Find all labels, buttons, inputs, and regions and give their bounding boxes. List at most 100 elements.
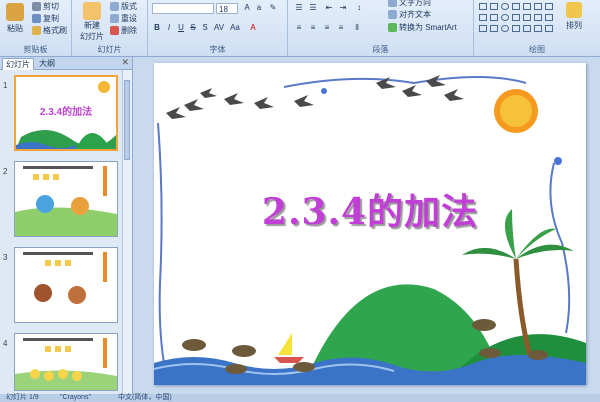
slides-group: 新建 幻灯片 版式 重设 删除 幻灯片 [72,0,148,56]
slide-thumbnail-1[interactable]: 2.3.4的加法 [14,75,118,151]
shape-curve-icon[interactable] [545,14,553,21]
shape-arrow-icon[interactable] [479,14,487,21]
shape-line-icon[interactable] [534,14,542,21]
slide-thumbnail-title: 2.3.4的加法 [39,107,93,118]
status-bar: 幻灯片 1/9 "Crayons" 中文(简体，中国) [0,394,600,402]
align-text-button[interactable]: 对齐文本 [388,9,431,20]
slide-thumbnail-2[interactable] [14,161,118,237]
shrink-font-icon[interactable]: a [254,3,264,13]
shape-rect-icon[interactable] [534,25,542,32]
align-right-icon[interactable]: ≡ [322,23,332,33]
align-center-icon[interactable]: ≡ [308,23,318,33]
scrollbar-thumb[interactable] [124,80,130,160]
spacing-icon[interactable]: AV [214,23,224,33]
paragraph-group-label: 段落 [372,45,389,54]
clipboard-group: 粘贴 剪切 复制 格式刷 剪贴板 [0,0,72,56]
slide-count: 幻灯片 1/9 [6,394,39,401]
bold-icon[interactable]: B [152,23,162,33]
font-size-dropdown[interactable]: 18 [216,3,238,14]
shape-arrow-icon[interactable] [490,14,498,21]
sun [494,89,538,133]
shape-rect-icon[interactable] [545,3,553,10]
shape-oval-icon[interactable] [501,14,509,21]
copy-button[interactable]: 复制 [32,13,59,24]
clipboard-group-label: 剪贴板 [23,45,48,54]
slide-thumbnail-4[interactable] [14,333,118,391]
align-left-icon[interactable]: ≡ [294,23,304,33]
shape-rect-icon[interactable] [479,3,487,10]
shape-callout-icon[interactable] [523,14,531,21]
smartart-button[interactable]: 转换为 SmartArt [388,22,457,33]
slide-thumbnail-art [15,338,117,390]
paragraph-group: ☰ ☰ ⇤ ⇥ ↕ 文字方向 对齐文本 转换为 SmartArt ≡ ≡ ≡ ≡… [288,0,474,56]
shape-rect-icon[interactable] [479,25,487,32]
scissors-icon [32,2,41,11]
slide-number: 2 [3,167,8,176]
slide-number: 4 [3,339,8,348]
shape-rect-icon[interactable] [512,25,520,32]
drawing-group-label: 绘图 [529,45,545,54]
tab-slides[interactable]: 幻灯片 [2,58,34,70]
shape-oval-icon[interactable] [501,3,509,10]
shape-rect-icon[interactable] [490,3,498,10]
slides-panel: 幻灯片 大纲 ✕ 1 2.3.4的加法 2 3 4 [0,57,133,394]
italic-icon[interactable]: I [164,23,174,33]
drawing-group: 排列 绘图 [474,0,600,56]
font-name-dropdown[interactable] [152,3,214,14]
underline-icon[interactable]: U [176,23,186,33]
shape-rect-icon[interactable] [523,3,531,10]
reset-button[interactable]: 重设 [110,13,137,24]
layout-icon [110,2,119,11]
shape-rect-icon[interactable] [523,25,531,32]
text-direction-button[interactable]: 文字方向 [388,0,431,8]
slide-editor: 2.3.4的加法 [133,57,600,394]
format-painter-button[interactable]: 格式刷 [32,25,67,36]
shadow-icon[interactable]: S [200,23,210,33]
shape-star-icon[interactable] [512,14,520,21]
tab-outline[interactable]: 大纲 [36,58,58,69]
slide-canvas[interactable]: 2.3.4的加法 [154,63,586,385]
slide-thumbnail-3[interactable] [14,247,118,323]
line-spacing-icon[interactable]: ↕ [354,3,364,13]
font-color-icon[interactable]: A [248,23,258,33]
indent-decrease-icon[interactable]: ⇤ [324,3,334,13]
paste-icon [6,3,24,21]
arrange-button[interactable]: 排列 [566,2,582,31]
copy-icon [32,14,41,23]
slide-title[interactable]: 2.3.4的加法 [154,183,586,235]
arrange-icon [566,2,582,18]
close-icon[interactable]: ✕ [121,57,129,68]
paste-button[interactable]: 粘贴 [6,3,24,34]
shape-rect-icon[interactable] [545,25,553,32]
delete-icon [110,26,119,35]
new-slide-icon [83,2,101,20]
slide-thumbnail-art [23,252,107,304]
new-slide-button[interactable]: 新建 幻灯片 [80,2,104,42]
shape-triangle-icon[interactable] [534,3,542,10]
panel-scrollbar[interactable] [122,70,132,394]
shape-rect-icon[interactable] [490,25,498,32]
slides-group-label: 幻灯片 [97,45,122,54]
change-case-icon[interactable]: Aa [230,23,240,33]
layout-button[interactable]: 版式 [110,1,137,12]
clear-format-icon[interactable]: ✎ [268,3,278,13]
grow-font-icon[interactable]: A [242,3,252,13]
font-group-label: 字体 [209,45,226,54]
brush-icon [32,26,41,35]
numbering-icon[interactable]: ☰ [308,3,318,13]
font-group: 18 A a ✎ B I U S S AV Aa A 字体 [148,0,288,56]
text-direction-icon [388,0,397,7]
slide-thumbnail-art [15,166,117,236]
shape-oval-icon[interactable] [501,25,509,32]
columns-icon[interactable]: ⫴ [352,23,362,33]
justify-icon[interactable]: ≡ [336,23,346,33]
delete-button[interactable]: 删除 [110,25,137,36]
smartart-icon [388,23,397,32]
shape-rect-icon[interactable] [512,3,520,10]
slide-number: 3 [3,253,8,262]
cut-button[interactable]: 剪切 [32,1,59,12]
bullets-icon[interactable]: ☰ [294,3,304,13]
indent-increase-icon[interactable]: ⇥ [338,3,348,13]
ribbon: 粘贴 剪切 复制 格式刷 剪贴板 新建 幻灯片 版式 重设 删除 幻灯片 18 … [0,0,600,57]
strikethrough-icon[interactable]: S [188,23,198,33]
